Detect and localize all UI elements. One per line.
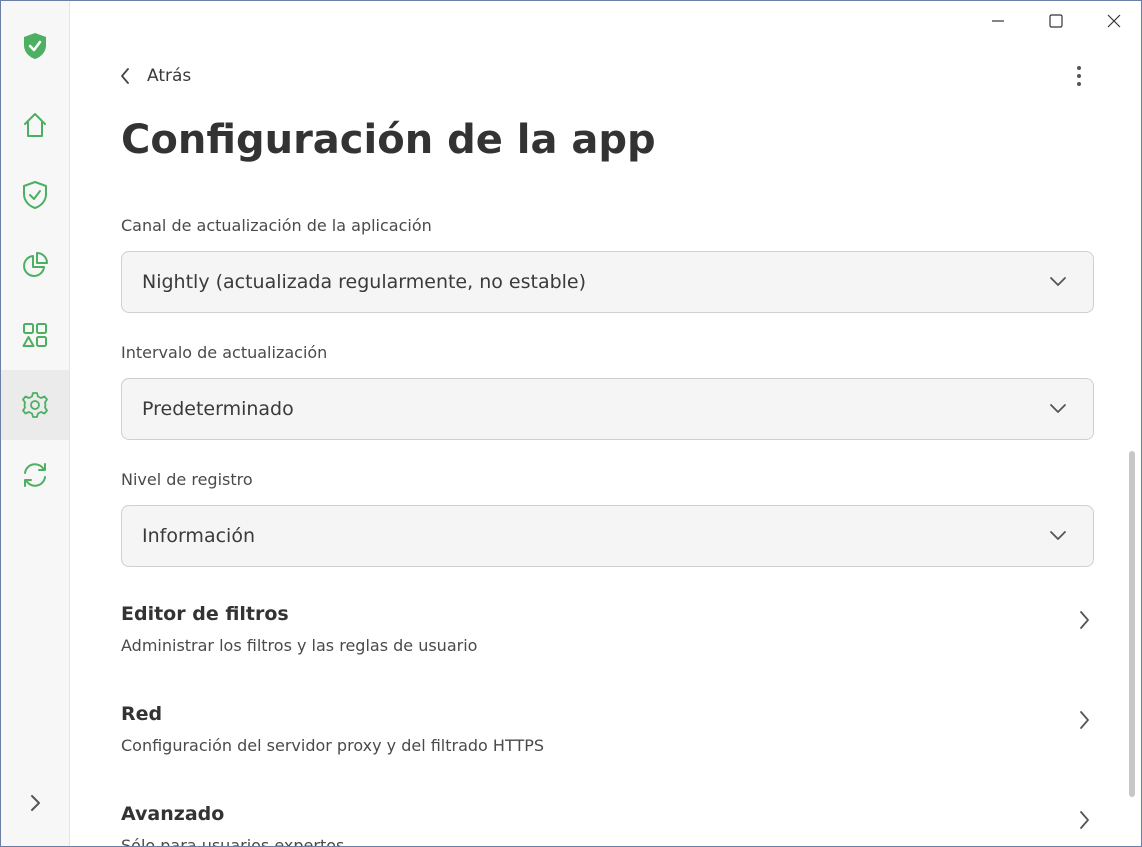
sidebar <box>1 1 70 846</box>
chevron-right-icon <box>1080 711 1089 729</box>
app-logo <box>1 11 69 81</box>
network-title: Red <box>121 703 163 725</box>
sidebar-item-apps[interactable] <box>1 300 69 370</box>
chevron-down-icon <box>1050 404 1066 413</box>
main-content: Atrás Configuración de la app Canal de a… <box>71 1 1141 846</box>
chevron-right-icon <box>1080 811 1089 829</box>
more-options-button[interactable] <box>1065 61 1093 91</box>
pie-chart-icon <box>23 252 48 277</box>
update-interval-value: Predeterminado <box>142 398 294 420</box>
update-channel-label: Canal de actualización de la aplicación <box>121 216 432 235</box>
log-level-value: Información <box>142 525 255 547</box>
log-level-label: Nivel de registro <box>121 470 253 489</box>
sync-icon <box>24 463 46 487</box>
sidebar-item-sync[interactable] <box>1 440 69 510</box>
filter-editor-row[interactable]: Editor de filtros Administrar los filtro… <box>121 603 1091 663</box>
chevron-down-icon <box>1050 277 1066 286</box>
update-interval-select[interactable]: Predeterminado <box>121 378 1094 440</box>
filter-editor-description: Administrar los filtros y las reglas de … <box>121 636 478 655</box>
page-title: Configuración de la app <box>121 117 656 163</box>
chevron-left-icon <box>121 68 129 84</box>
gear-icon <box>22 392 48 418</box>
log-level-select[interactable]: Información <box>121 505 1094 567</box>
chevron-right-icon <box>1080 611 1089 629</box>
advanced-title: Avanzado <box>121 803 225 825</box>
sidebar-expand-button[interactable] <box>1 768 69 838</box>
advanced-row[interactable]: Avanzado Sólo para usuarios expertos <box>121 803 1091 847</box>
filter-editor-title: Editor de filtros <box>121 603 289 625</box>
sidebar-item-settings[interactable] <box>1 370 69 440</box>
update-interval-label: Intervalo de actualización <box>121 343 328 362</box>
back-button[interactable]: Atrás <box>119 61 191 91</box>
update-channel-select[interactable]: Nightly (actualizada regularmente, no es… <box>121 251 1094 313</box>
network-row[interactable]: Red Configuración del servidor proxy y d… <box>121 703 1091 763</box>
chevron-down-icon <box>1050 531 1066 540</box>
vertical-scrollbar[interactable] <box>1129 451 1135 797</box>
home-icon <box>24 113 46 137</box>
app-window: Atrás Configuración de la app Canal de a… <box>0 0 1142 847</box>
sidebar-item-statistics[interactable] <box>1 230 69 300</box>
network-description: Configuración del servidor proxy y del f… <box>121 736 545 755</box>
apps-icon <box>22 323 47 347</box>
shield-check-filled-icon <box>24 33 46 59</box>
advanced-description: Sólo para usuarios expertos <box>121 836 345 847</box>
chevron-right-icon <box>31 795 40 811</box>
more-vertical-icon <box>1077 66 1081 86</box>
sidebar-item-home[interactable] <box>1 90 69 160</box>
shield-check-icon <box>23 181 47 209</box>
back-label: Atrás <box>147 66 192 86</box>
sidebar-item-protection[interactable] <box>1 160 69 230</box>
update-channel-value: Nightly (actualizada regularmente, no es… <box>142 271 587 293</box>
